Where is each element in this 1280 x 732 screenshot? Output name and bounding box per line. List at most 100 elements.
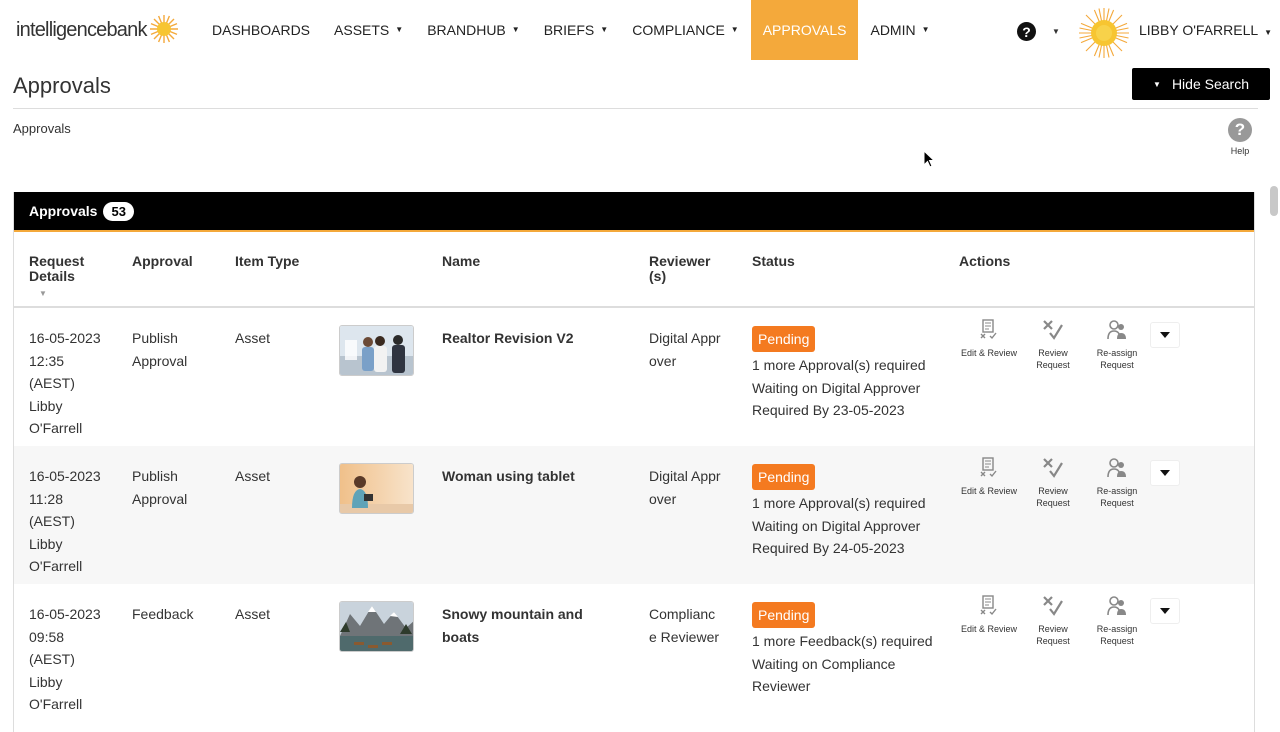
hide-search-button[interactable]: ▼ Hide Search — [1132, 68, 1270, 100]
requester-first-name: Libby — [29, 673, 63, 690]
col-reviewers: Reviewer(s) — [649, 254, 721, 284]
status-line: Required By 24-05-2023 — [752, 540, 905, 556]
review-request-icon — [1043, 320, 1063, 340]
asset-thumbnail[interactable] — [339, 463, 414, 514]
requester-first-name: Libby — [29, 397, 63, 414]
approval-type: Publish Approval — [132, 330, 188, 369]
help-button[interactable]: ? Help — [1222, 118, 1258, 156]
panel-title: Approvals — [29, 203, 98, 219]
col-request-details[interactable]: Request Details ▼ — [29, 254, 99, 301]
reassign-request-icon — [1107, 596, 1126, 616]
header-divider — [13, 108, 1258, 109]
nav-label: COMPLIANCE — [632, 22, 725, 38]
row-actions-dropdown[interactable] — [1150, 322, 1180, 348]
table-row[interactable]: 16-05-2023 09:58 (AEST) Libby O'Farrell Feedb… — [14, 584, 1254, 722]
table-row[interactable]: 16-05-2023 12:35 (AEST) Libby O'Farrell Publi… — [14, 308, 1254, 446]
nav-compliance[interactable]: COMPLIANCE ▼ — [620, 0, 751, 60]
table-row[interactable]: 16-05-2023 11:28 (AEST) Libby O'Farrell Publi… — [14, 446, 1254, 584]
reassign-request-button[interactable]: Re-assign Request — [1087, 457, 1147, 509]
reassign-request-icon — [1107, 458, 1126, 478]
brand-logo[interactable]: intelligencebank — [16, 14, 179, 46]
nav-briefs[interactable]: BRIEFS ▼ — [532, 0, 621, 60]
request-timezone: (AEST) — [29, 513, 75, 529]
item-type: Asset — [235, 468, 271, 484]
request-time: 11:28 — [29, 490, 63, 507]
nav-label: BRANDHUB — [427, 22, 506, 38]
asset-name[interactable]: Woman using tablet — [442, 465, 612, 488]
table-header: Request Details ▼ Approval Item Type Nam… — [14, 232, 1254, 308]
status-line: Required By 23-05-2023 — [752, 402, 905, 418]
action-label: Review Request — [1036, 348, 1070, 370]
asset-name[interactable]: Realtor Revision V2 — [442, 327, 612, 350]
user-menu[interactable]: LIBBY O'FARRELL ▼ — [1139, 22, 1272, 38]
asset-name[interactable]: Snowy mountain and boats — [442, 603, 612, 648]
request-timezone: (AEST) — [29, 375, 75, 391]
request-time: 12:35 — [29, 352, 65, 369]
nav-brandhub[interactable]: BRANDHUB ▼ — [415, 0, 532, 60]
status-cell: Pending 1 more Approval(s) required Waitin… — [752, 464, 937, 560]
status-line: Waiting on Digital Approver — [752, 379, 921, 396]
asset-thumbnail[interactable] — [339, 325, 414, 376]
item-type: Asset — [235, 606, 271, 622]
status-badge: Pending — [752, 326, 816, 352]
sort-arrow-icon[interactable]: ▼ — [39, 286, 99, 301]
caret-down-icon: ▼ — [921, 24, 930, 34]
edit-review-button[interactable]: Edit & Review — [959, 595, 1019, 635]
review-request-icon — [1043, 596, 1063, 616]
asset-thumbnail[interactable] — [339, 601, 414, 652]
user-avatar[interactable] — [1078, 7, 1130, 59]
nav-admin[interactable]: ADMIN ▼ — [858, 0, 941, 60]
nav-approvals[interactable]: APPROVALS — [750, 0, 859, 60]
action-label: Review Request — [1036, 486, 1070, 508]
nav-label: ASSETS — [334, 22, 390, 38]
scrollbar-thumb[interactable] — [1270, 186, 1278, 216]
approvals-panel: Approvals 53 Request Details ▼ Approval … — [13, 192, 1255, 732]
col-status: Status — [752, 254, 795, 269]
col-actions: Actions — [959, 254, 1010, 269]
reviewer: Compliance Reviewer — [649, 606, 720, 645]
nav-assets[interactable]: ASSETS ▼ — [322, 0, 415, 60]
help-label: Help — [1230, 146, 1250, 156]
mouse-cursor-icon — [923, 150, 935, 168]
caret-down-icon: ▼ — [511, 24, 520, 34]
nav-label: DASHBOARDS — [212, 22, 311, 38]
reassign-request-icon — [1107, 320, 1126, 340]
reassign-request-button[interactable]: Re-assign Request — [1087, 319, 1147, 371]
requester-last-name: O'Farrell — [29, 420, 83, 436]
caret-down-icon: ▼ — [600, 24, 609, 34]
requester-first-name: Libby — [29, 535, 63, 552]
nav-dashboards[interactable]: DASHBOARDS — [200, 0, 322, 60]
edit-review-icon — [980, 595, 997, 616]
edit-review-button[interactable]: Edit & Review — [959, 457, 1019, 497]
request-date: 16-05-2023 — [29, 606, 101, 622]
edit-review-button[interactable]: Edit & Review — [959, 319, 1019, 359]
col-approval: Approval — [132, 254, 193, 269]
review-request-button[interactable]: Review Request — [1023, 595, 1083, 647]
caret-down-icon — [1160, 470, 1170, 476]
request-time: 09:58 — [29, 628, 65, 645]
column-label: Item Type — [235, 253, 300, 269]
column-label: Approval — [132, 253, 193, 269]
row-actions-dropdown[interactable] — [1150, 460, 1180, 486]
col-item-type: Item Type — [235, 254, 299, 269]
breadcrumb[interactable]: Approvals — [13, 121, 71, 136]
caret-down-icon — [1160, 332, 1170, 338]
action-label: Edit & Review — [960, 348, 1018, 358]
review-request-button[interactable]: Review Request — [1023, 319, 1083, 371]
request-date: 16-05-2023 — [29, 330, 101, 346]
count-badge: 53 — [103, 201, 134, 221]
top-navbar: intelligencebank DASHBOARDS ASSETS ▼ BRAN… — [0, 0, 1280, 60]
caret-down-icon: ▼ — [1153, 79, 1161, 89]
status-cell: Pending 1 more Feedback(s) required Waitin… — [752, 602, 937, 698]
reassign-request-button[interactable]: Re-assign Request — [1087, 595, 1147, 647]
sun-logo-icon — [149, 15, 178, 43]
review-request-button[interactable]: Review Request — [1023, 457, 1083, 509]
approvals-table-body: 16-05-2023 12:35 (AEST) Libby O'Farrell Publi… — [14, 308, 1254, 722]
column-label: Request Details — [29, 253, 85, 284]
help-menu[interactable]: ? ▼ — [1017, 22, 1060, 41]
row-actions-dropdown[interactable] — [1150, 598, 1180, 624]
caret-down-icon: ▼ — [1264, 28, 1273, 37]
reviewer: Digital Approver — [649, 330, 721, 369]
caret-down-icon: ▼ — [730, 24, 739, 34]
approval-type: Publish Approval — [132, 468, 188, 507]
